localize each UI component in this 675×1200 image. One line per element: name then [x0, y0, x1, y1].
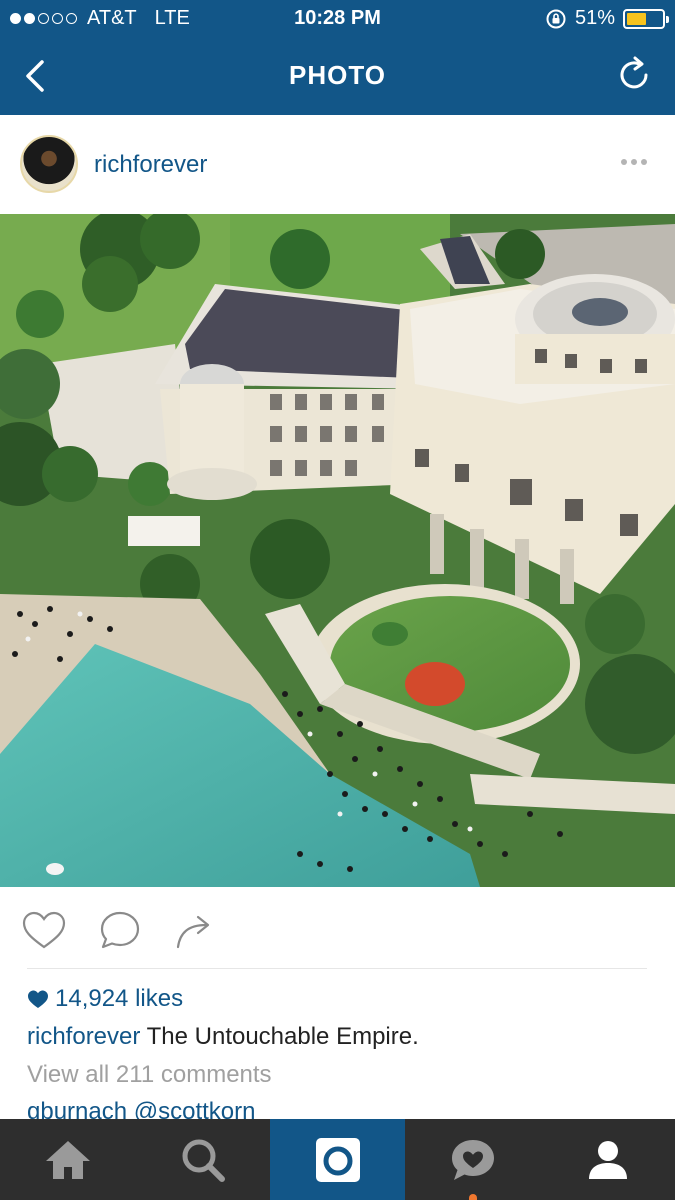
post-actions — [0, 895, 675, 965]
tab-search[interactable] — [135, 1119, 270, 1200]
caption-text: The Untouchable Empire. — [146, 1023, 419, 1050]
nav-bar: PHOTO — [0, 38, 675, 115]
post-caption: richforever The Untouchable Empire. — [27, 1023, 419, 1051]
home-icon — [45, 1140, 90, 1179]
share-button[interactable] — [172, 907, 220, 955]
heart-outline-icon — [22, 911, 66, 949]
avatar[interactable] — [20, 135, 78, 193]
camera-icon — [315, 1137, 360, 1182]
status-right-group: 51% — [545, 7, 669, 30]
tab-activity[interactable] — [405, 1119, 540, 1200]
refresh-button[interactable] — [613, 54, 655, 96]
tab-bar — [0, 1119, 675, 1200]
battery-percent: 51% — [574, 7, 615, 29]
ellipsis-icon — [621, 159, 627, 165]
tab-camera[interactable] — [270, 1119, 405, 1200]
actions-divider — [27, 968, 647, 969]
refresh-icon — [620, 56, 648, 89]
post-header: richforever — [0, 115, 675, 215]
notification-dot — [469, 1194, 477, 1200]
top-bar: AT&T LTE 10:28 PM 51% PHOTO — [0, 0, 675, 115]
view-all-comments-link[interactable]: View all 211 comments — [27, 1061, 272, 1089]
likes-count[interactable]: 14,924 likes — [27, 985, 183, 1013]
post-photo[interactable] — [0, 214, 675, 887]
rotation-lock-icon — [546, 9, 566, 28]
like-button[interactable] — [20, 907, 68, 955]
heart-filled-icon — [28, 990, 48, 1008]
page-title: PHOTO — [289, 60, 386, 90]
comment-button[interactable] — [96, 907, 144, 955]
tab-home[interactable] — [0, 1119, 135, 1200]
mansion-photo — [0, 214, 675, 887]
status-bar: AT&T LTE 10:28 PM 51% — [0, 0, 675, 38]
battery-icon — [623, 8, 669, 29]
profile-icon — [588, 1140, 627, 1179]
post-username[interactable]: richforever — [94, 151, 207, 179]
tab-profile[interactable] — [540, 1119, 675, 1200]
more-options-button[interactable] — [621, 159, 647, 165]
speech-bubble-icon — [100, 911, 140, 949]
caption-username[interactable]: richforever — [27, 1023, 140, 1050]
search-icon — [182, 1139, 225, 1182]
share-arrow-icon — [176, 915, 210, 949]
activity-heart-bubble-icon — [451, 1139, 494, 1180]
likes-label: 14,924 likes — [55, 985, 184, 1012]
